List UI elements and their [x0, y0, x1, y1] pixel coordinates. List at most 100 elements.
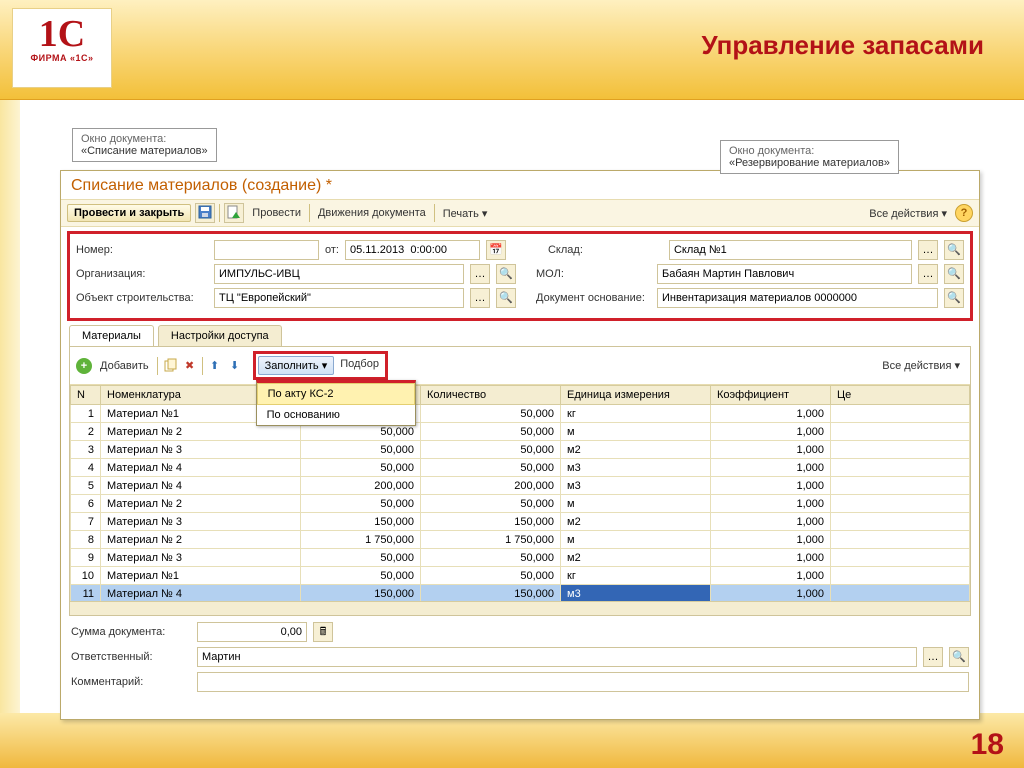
- search-icon[interactable]: 🔍: [944, 288, 964, 308]
- cell-name: Материал № 4: [101, 459, 301, 477]
- delete-icon[interactable]: ✖: [182, 358, 198, 374]
- sum-label: Сумма документа:: [71, 626, 191, 638]
- table-row[interactable]: 10Материал №150,00050,000кг1,000: [71, 567, 970, 585]
- obj-input[interactable]: [214, 288, 464, 308]
- table-row[interactable]: 5Материал № 4200,000200,000м31,000: [71, 477, 970, 495]
- cell-coef: 1,000: [711, 531, 831, 549]
- table-row[interactable]: 9Материал № 350,00050,000м21,000: [71, 549, 970, 567]
- add-button[interactable]: Добавить: [96, 358, 153, 374]
- cell-qty1: 50,000: [301, 441, 421, 459]
- comment-label: Комментарий:: [71, 676, 191, 688]
- table-row[interactable]: 4Материал № 450,00050,000м31,000: [71, 459, 970, 477]
- col-unit[interactable]: Единица измерения: [561, 386, 711, 405]
- table-row[interactable]: 7Материал № 3150,000150,000м21,000: [71, 513, 970, 531]
- print-button[interactable]: Печать ▾: [439, 205, 492, 222]
- col-qty2[interactable]: Количество: [421, 386, 561, 405]
- copy-icon[interactable]: [162, 358, 178, 374]
- callout-left: Окно документа: «Списание материалов»: [72, 128, 217, 162]
- mol-input[interactable]: [657, 264, 912, 284]
- cell-n: 5: [71, 477, 101, 495]
- cell-qty2: 150,000: [421, 585, 561, 602]
- movements-button[interactable]: Движения документа: [314, 205, 430, 221]
- warehouse-input[interactable]: [669, 240, 912, 260]
- cell-qty1: 1 750,000: [301, 531, 421, 549]
- cell-unit: м: [561, 423, 711, 441]
- tab-materials[interactable]: Материалы: [69, 325, 154, 346]
- move-down-icon[interactable]: ⬇: [227, 358, 243, 374]
- table-toolbar: + Добавить ✖ ⬆ ⬇ Заполнить ▾ Подбор По а…: [70, 347, 970, 385]
- fill-by-ks2-item[interactable]: По акту КС-2: [257, 383, 415, 405]
- date-input[interactable]: [345, 240, 480, 260]
- cell-qty2: 50,000: [421, 567, 561, 585]
- cell-coef: 1,000: [711, 405, 831, 423]
- cell-n: 10: [71, 567, 101, 585]
- col-coef[interactable]: Коэффициент: [711, 386, 831, 405]
- search-icon[interactable]: 🔍: [496, 264, 516, 284]
- cell-unit: м3: [561, 477, 711, 495]
- cell-qty2: 50,000: [421, 405, 561, 423]
- table-row[interactable]: 1Материал №150,000кг1,000: [71, 405, 970, 423]
- post-and-close-button[interactable]: Провести и закрыть: [67, 204, 191, 222]
- tab-access[interactable]: Настройки доступа: [158, 325, 282, 346]
- search-icon[interactable]: 🔍: [949, 647, 969, 667]
- post-icon[interactable]: [224, 203, 244, 223]
- callout-left-line2: «Списание материалов»: [81, 145, 208, 157]
- logo-sub: ФИРМА «1С»: [13, 53, 111, 63]
- select-icon[interactable]: …: [923, 647, 943, 667]
- select-icon[interactable]: …: [470, 264, 490, 284]
- document-window: Списание материалов (создание) * Провест…: [60, 170, 980, 720]
- select-button[interactable]: Подбор: [336, 356, 383, 375]
- table-row[interactable]: 11Материал № 4150,000150,000м31,000: [71, 585, 970, 602]
- calendar-icon[interactable]: 📅: [486, 240, 506, 260]
- horizontal-scrollbar[interactable]: [70, 601, 970, 615]
- save-icon[interactable]: [195, 203, 215, 223]
- slide-title: Управление запасами: [701, 30, 984, 61]
- warehouse-label: Склад:: [548, 244, 663, 256]
- cell-unit: м3: [561, 585, 711, 602]
- side-decor: [0, 100, 20, 768]
- sum-input[interactable]: [197, 622, 307, 642]
- select-icon[interactable]: …: [918, 264, 938, 284]
- resp-input[interactable]: [197, 647, 917, 667]
- help-icon[interactable]: ?: [955, 204, 973, 222]
- col-n[interactable]: N: [71, 386, 101, 405]
- add-icon[interactable]: +: [76, 358, 92, 374]
- cell-n: 2: [71, 423, 101, 441]
- document-title: Списание материалов (создание) *: [61, 171, 979, 199]
- search-icon[interactable]: 🔍: [944, 264, 964, 284]
- table-all-actions-button[interactable]: Все действия ▾: [878, 357, 964, 374]
- fill-by-base-item[interactable]: По основанию: [257, 405, 415, 425]
- comment-input[interactable]: [197, 672, 969, 692]
- org-input[interactable]: [214, 264, 464, 284]
- table-row[interactable]: 8Материал № 21 750,0001 750,000м1,000: [71, 531, 970, 549]
- cell-qty1: 50,000: [301, 549, 421, 567]
- post-button[interactable]: Провести: [248, 205, 305, 221]
- cell-n: 7: [71, 513, 101, 531]
- table-row[interactable]: 3Материал № 350,00050,000м21,000: [71, 441, 970, 459]
- cell-unit: м2: [561, 513, 711, 531]
- date-label: от:: [325, 244, 339, 256]
- search-icon[interactable]: 🔍: [496, 288, 516, 308]
- fill-button[interactable]: Заполнить ▾: [258, 356, 335, 375]
- select-icon[interactable]: …: [918, 240, 938, 260]
- move-up-icon[interactable]: ⬆: [207, 358, 223, 374]
- cell-coef: 1,000: [711, 585, 831, 602]
- table-row[interactable]: 2Материал № 250,00050,000м1,000: [71, 423, 970, 441]
- cell-qty1: 50,000: [301, 495, 421, 513]
- cell-qty2: 50,000: [421, 423, 561, 441]
- materials-panel: + Добавить ✖ ⬆ ⬇ Заполнить ▾ Подбор По а…: [69, 346, 971, 616]
- table-row[interactable]: 6Материал № 250,00050,000м1,000: [71, 495, 970, 513]
- base-input[interactable]: [657, 288, 938, 308]
- number-input[interactable]: [214, 240, 319, 260]
- calculator-icon[interactable]: 🖩: [313, 622, 333, 642]
- materials-grid[interactable]: N Номенклатура Количество Единица измере…: [70, 385, 970, 601]
- search-icon[interactable]: 🔍: [944, 240, 964, 260]
- footer-fields: Сумма документа: 🖩 Ответственный: … 🔍 Ко…: [61, 616, 979, 703]
- all-actions-button[interactable]: Все действия ▾: [865, 205, 951, 222]
- separator: [219, 204, 220, 222]
- cell-name: Материал № 4: [101, 477, 301, 495]
- col-price[interactable]: Це: [831, 386, 970, 405]
- header-fields: Номер: от: 📅 Склад: … 🔍 Организация: … 🔍…: [67, 231, 973, 321]
- cell-name: Материал № 3: [101, 513, 301, 531]
- select-icon[interactable]: …: [470, 288, 490, 308]
